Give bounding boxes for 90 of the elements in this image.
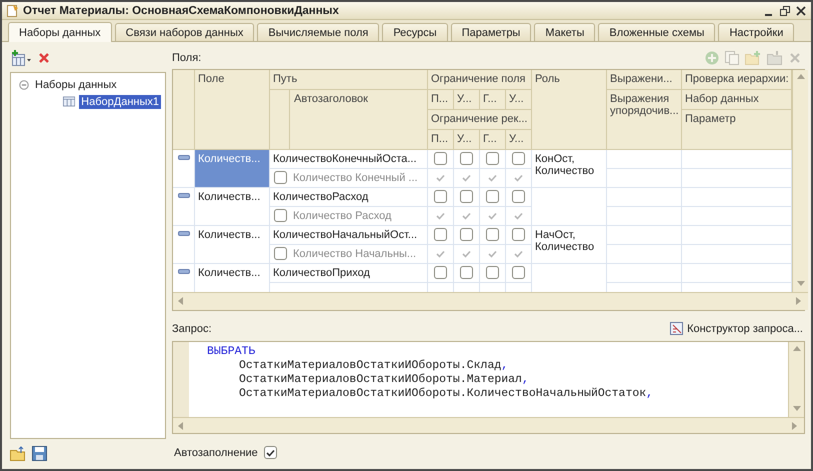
- close-icon[interactable]: [795, 4, 807, 16]
- field-marker-icon: [178, 154, 190, 160]
- add-table-icon[interactable]: [10, 50, 32, 66]
- tab[interactable]: Вложенные схемы: [598, 23, 716, 41]
- tab[interactable]: Связи наборов данных: [114, 23, 254, 41]
- collapse-icon[interactable]: [19, 80, 29, 90]
- checkbox[interactable]: [274, 209, 286, 222]
- column-header[interactable]: Г...: [480, 90, 506, 110]
- column-header[interactable]: Выражени...: [607, 70, 682, 90]
- horizontal-scrollbar[interactable]: [173, 292, 808, 310]
- field-marker-icon: [178, 230, 190, 236]
- checkbox[interactable]: [434, 228, 447, 242]
- table-cell[interactable]: [607, 226, 682, 245]
- code-line: ОстаткиМатериаловОстаткиИОбороты.Склад,: [238, 358, 510, 373]
- code-line: ВЫБРАТЬ: [206, 344, 256, 359]
- restore-icon[interactable]: [779, 4, 791, 16]
- table-cell[interactable]: КоличествоРасход: [270, 188, 428, 207]
- query-builder-icon: [670, 322, 684, 336]
- table-cell[interactable]: [607, 264, 682, 283]
- checkbox[interactable]: [274, 247, 286, 260]
- column-header[interactable]: Автозаголовок: [270, 90, 428, 150]
- checkbox[interactable]: [486, 228, 499, 242]
- table-cell[interactable]: КонОст, Количество: [532, 150, 607, 188]
- table-icon: [63, 95, 76, 108]
- checkbox[interactable]: [460, 266, 473, 280]
- vertical-scrollbar[interactable]: [788, 342, 804, 418]
- tree-item[interactable]: НаборДанных1: [79, 94, 161, 108]
- save-icon[interactable]: [32, 446, 47, 460]
- column-header[interactable]: У...: [506, 90, 532, 110]
- checkbox[interactable]: [486, 190, 499, 204]
- checkbox[interactable]: [434, 152, 447, 166]
- horizontal-scrollbar[interactable]: [173, 417, 804, 434]
- vertical-scrollbar[interactable]: [792, 70, 808, 292]
- checkbox[interactable]: [460, 228, 473, 242]
- window-title: Отчет Материалы: ОсновнаяСхемаКомпоновкиДанных: [23, 4, 340, 16]
- table-cell[interactable]: [607, 168, 682, 188]
- delete-icon[interactable]: [38, 52, 50, 64]
- folder-upload-icon[interactable]: [10, 446, 26, 460]
- column-header[interactable]: Г...: [480, 130, 506, 150]
- field-marker-icon: [178, 268, 190, 274]
- code-line: ОстаткиМатериаловОстаткиИОбороты.Материал,: [238, 372, 530, 387]
- checkbox[interactable]: [486, 152, 499, 166]
- column-header[interactable]: У...: [454, 130, 480, 150]
- table-cell[interactable]: [607, 206, 682, 226]
- tab[interactable]: Параметры: [450, 23, 532, 41]
- table-cell[interactable]: КоличествоНачальныйОст...: [270, 226, 428, 245]
- table-cell[interactable]: КоличествоКонечныйОста...: [270, 150, 428, 169]
- checkbox[interactable]: [434, 266, 447, 280]
- table-cell[interactable]: [607, 150, 682, 169]
- table-cell[interactable]: Количеств...: [195, 188, 270, 226]
- tab[interactable]: Настройки: [718, 23, 794, 41]
- tab[interactable]: Ресурсы: [382, 23, 448, 41]
- column-header[interactable]: Путь: [270, 70, 428, 90]
- table-cell[interactable]: НачОст, Количество: [532, 226, 607, 264]
- column-header[interactable]: П...: [428, 90, 454, 110]
- query-editor[interactable]: ВЫБРАТЬ ОстаткиМатериаловОстаткиИОбороты.Склад, ОстаткиМатериаловОстаткиИОбороты.Материал, ОстаткиМатериаловОстаткиИОбороты.КоличествоНачальныйОстаток,: [172, 340, 805, 434]
- tree-item[interactable]: Наборы данных: [33, 78, 119, 92]
- checkbox[interactable]: [512, 152, 525, 166]
- checkbox[interactable]: [274, 171, 286, 184]
- fields-label: Поля:: [172, 52, 202, 64]
- code-line: ОстаткиМатериаловОстаткиИОбороты.КоличествоНачальныйОстаток,: [238, 386, 654, 401]
- column-header[interactable]: Ограничение рек...: [428, 110, 532, 130]
- query-builder-button[interactable]: Конструктор запроса...: [668, 322, 805, 336]
- checkbox[interactable]: [460, 152, 473, 166]
- document-icon: [6, 4, 19, 17]
- table-cell[interactable]: КоличествоПриход: [270, 264, 428, 283]
- table-cell[interactable]: [607, 244, 682, 264]
- tab[interactable]: Вычисляемые поля: [257, 23, 380, 41]
- column-header[interactable]: П...: [428, 130, 454, 150]
- table-cell[interactable]: [532, 188, 607, 226]
- tab[interactable]: Макеты: [534, 23, 596, 41]
- checkbox[interactable]: [434, 190, 447, 204]
- checkbox[interactable]: [512, 266, 525, 280]
- check-icon: [266, 448, 275, 457]
- column-header[interactable]: У...: [506, 130, 532, 150]
- checkbox[interactable]: [512, 228, 525, 242]
- tab[interactable]: Наборы данных: [8, 22, 112, 42]
- query-label: Запрос:: [172, 322, 212, 335]
- column-header[interactable]: Выражения упорядочив...: [607, 90, 682, 150]
- column-header[interactable]: У...: [454, 90, 480, 110]
- autofill-label: Автозаполнение: [174, 446, 258, 459]
- column-header[interactable]: Роль: [532, 70, 607, 150]
- column-header[interactable]: Ограничение поля: [428, 70, 532, 90]
- checkbox[interactable]: [486, 266, 499, 280]
- table-cell[interactable]: [607, 188, 682, 207]
- table-cell[interactable]: Количеств...: [195, 226, 270, 264]
- field-marker-icon: [178, 192, 190, 198]
- checkbox[interactable]: [460, 190, 473, 204]
- checkbox[interactable]: [512, 190, 525, 204]
- autofill-checkbox[interactable]: [264, 446, 277, 460]
